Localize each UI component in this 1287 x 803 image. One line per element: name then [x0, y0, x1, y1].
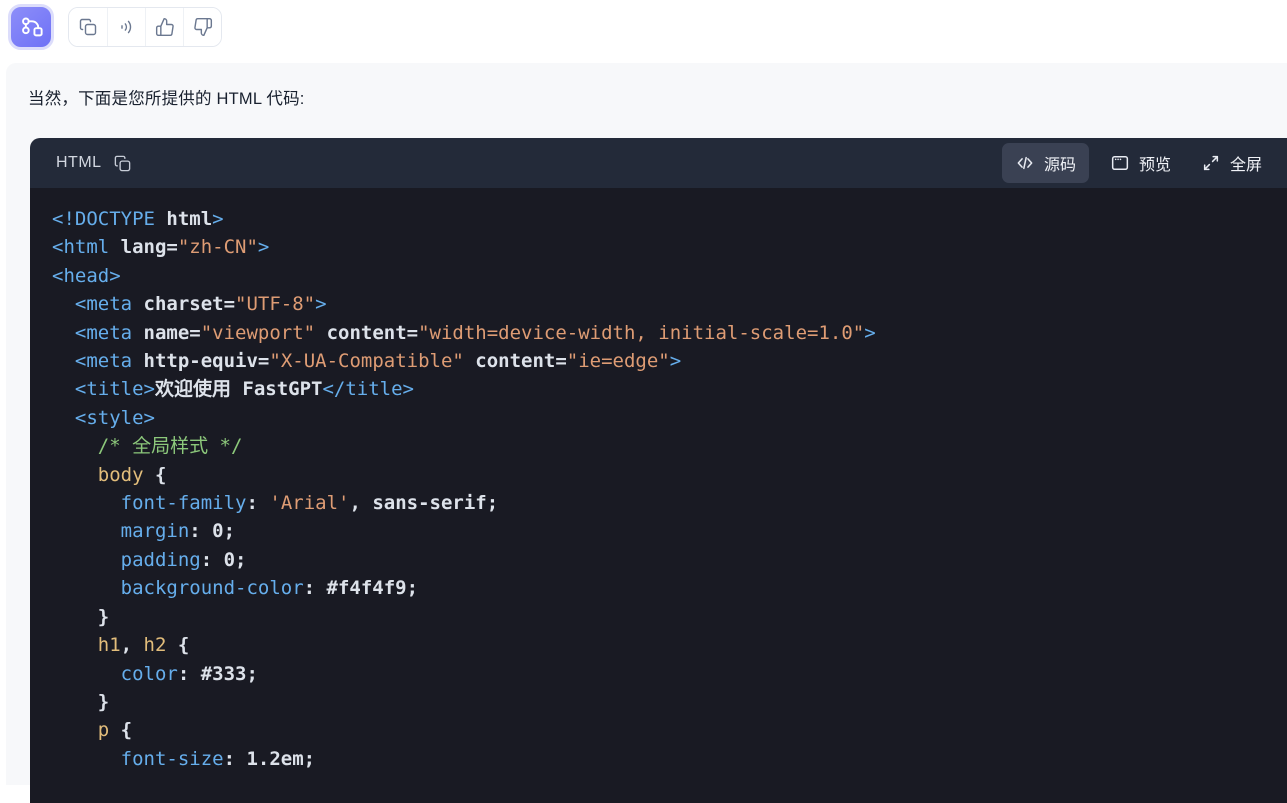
preview-tab[interactable]: 预览: [1110, 151, 1171, 175]
like-button[interactable]: [145, 8, 183, 46]
code-copy-button[interactable]: [113, 154, 132, 173]
copy-icon: [78, 17, 98, 37]
code-line: background-color: #f4f4f9;: [120, 577, 419, 600]
code-block: HTML 源码 预览 全屏 <!DOCTYPE html> <html lang…: [30, 138, 1287, 803]
code-line: body {: [97, 463, 167, 486]
code-content: <!DOCTYPE html> <html lang="zh-CN"> <head>…: [30, 188, 1287, 803]
code-line: color: #333;: [120, 662, 258, 685]
preview-tab-label: 预览: [1138, 157, 1171, 174]
code-line: }: [52, 605, 110, 628]
code-view-switcher: 源码 预览 全屏: [1001, 143, 1262, 183]
code-line: <meta name="viewport" content="width=dev…: [74, 321, 876, 344]
assistant-avatar: [8, 4, 54, 50]
code-language-label: HTML: [56, 154, 102, 171]
source-tab[interactable]: 源码: [1001, 143, 1089, 183]
source-tab-label: 源码: [1043, 157, 1076, 174]
code-line: /* 全局样式 */: [97, 435, 243, 458]
code-line: font-size: 1.2em;: [120, 747, 316, 770]
dislike-button[interactable]: [183, 8, 221, 46]
code-line: <html lang="zh-CN">: [52, 236, 270, 259]
code-header: HTML 源码 预览 全屏: [30, 138, 1287, 188]
copy-message-button[interactable]: [69, 8, 107, 46]
thumbs-up-icon: [155, 17, 175, 37]
message-text: 当然，下面是您所提供的 HTML 代码:: [28, 90, 305, 108]
fullscreen-button[interactable]: 全屏: [1201, 151, 1262, 175]
code-line: font-family: 'Arial', sans-serif;: [120, 492, 499, 515]
window-icon: [1110, 153, 1130, 173]
code-line: padding: 0;: [120, 548, 247, 571]
code-line: <meta charset="UTF-8">: [74, 293, 327, 316]
code-line: <meta http-equiv="X-UA-Compatible" conte…: [74, 350, 682, 373]
code-line: <title>欢迎使用 FastGPT</title>: [74, 378, 414, 401]
fullscreen-button-label: 全屏: [1229, 157, 1262, 174]
read-aloud-button[interactable]: [107, 8, 145, 46]
workflow-icon: [18, 14, 45, 41]
code-line: margin: 0;: [120, 520, 236, 543]
copy-icon: [113, 154, 132, 173]
expand-icon: [1201, 153, 1221, 173]
code-line: <!DOCTYPE html>: [52, 208, 224, 230]
message-toolbar: [68, 7, 222, 47]
code-line: <style>: [74, 406, 155, 429]
code-line: <head>: [52, 264, 121, 287]
sound-icon: [117, 17, 137, 37]
code-icon: [1015, 153, 1035, 173]
thumbs-down-icon: [193, 17, 213, 37]
assistant-message-bubble: 当然，下面是您所提供的 HTML 代码: HTML 源码 预览 全屏 <!DOC…: [6, 63, 1287, 803]
code-line: }: [52, 690, 110, 713]
code-line: p {: [97, 719, 133, 742]
code-line: h1, h2 {: [97, 634, 190, 657]
